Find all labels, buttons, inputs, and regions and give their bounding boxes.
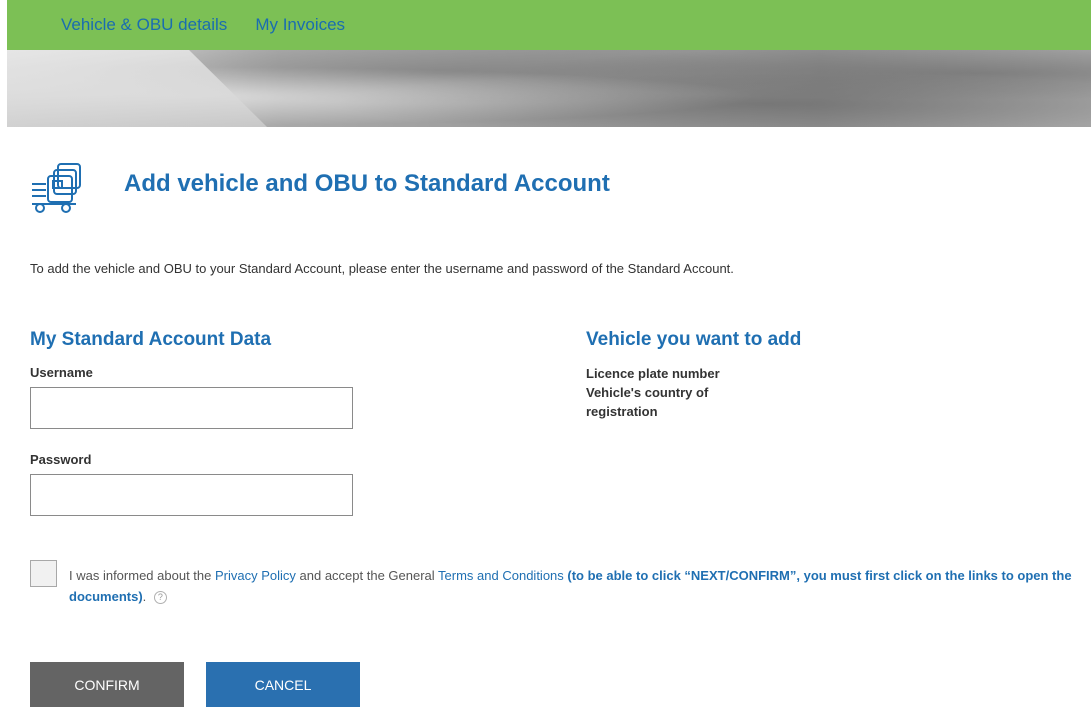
consent-text-part-1: I was informed about the [69,568,215,583]
nav-vehicle-obu-details[interactable]: Vehicle & OBU details [61,15,227,35]
banner-truck-shape [7,50,267,127]
top-navigation: Vehicle & OBU details My Invoices [7,0,1091,50]
password-input[interactable] [30,474,353,516]
vehicle-info: Licence plate number Vehicle's country o… [586,364,756,421]
terms-checkbox[interactable] [30,560,57,587]
terms-and-conditions-link[interactable]: Terms and Conditions [438,568,564,583]
consent-text: I was informed about the Privacy Policy … [69,565,1089,607]
header-banner-image [7,50,1091,127]
consent-text-end: . [142,589,147,604]
username-input[interactable] [30,387,353,429]
licence-plate-label: Licence plate number [586,366,720,381]
password-label: Password [30,452,92,467]
vehicle-section-title: Vehicle you want to add [586,329,802,350]
confirm-button[interactable]: CONFIRM [30,662,184,707]
help-icon[interactable]: ? [153,591,167,605]
nav-my-invoices[interactable]: My Invoices [255,15,345,35]
consent-text-part-2: and accept the General [295,568,439,583]
cancel-button[interactable]: CANCEL [206,662,360,707]
privacy-policy-link[interactable]: Privacy Policy [215,568,296,583]
intro-text: To add the vehicle and OBU to your Stand… [30,261,734,276]
username-label: Username [30,365,93,380]
truck-fleet-icon [30,160,92,216]
country-of-registration-label: Vehicle's country of registration [586,385,709,419]
page-title: Add vehicle and OBU to Standard Account [124,170,610,197]
account-section-title: My Standard Account Data [30,329,272,350]
